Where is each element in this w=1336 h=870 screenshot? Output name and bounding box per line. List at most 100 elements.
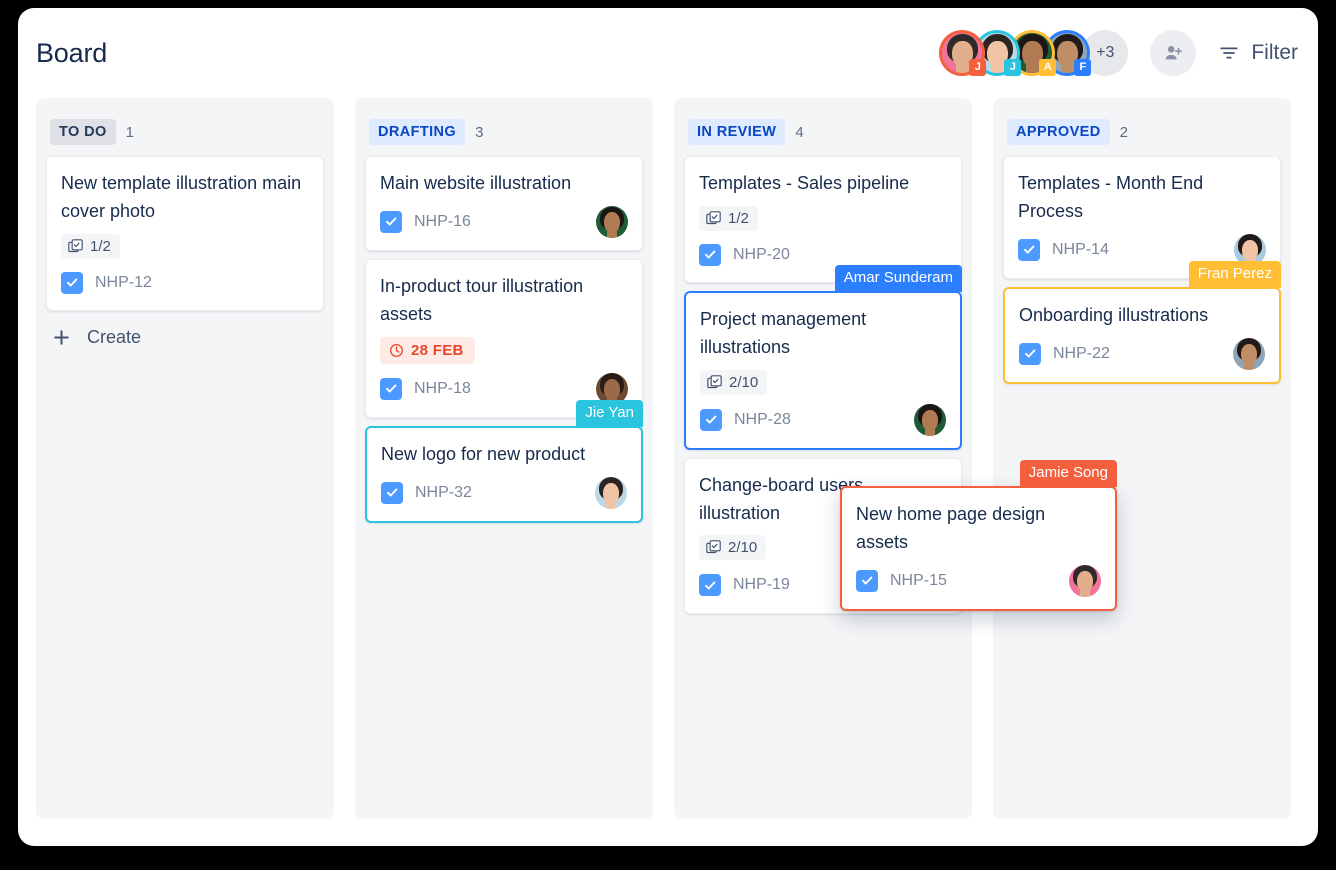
avatar-face (596, 205, 628, 238)
board-header: Board J J A F +3 Filter (18, 8, 1318, 98)
assignee-avatar[interactable] (1069, 564, 1101, 597)
issue-key: NHP-19 (733, 576, 790, 594)
subtask-badge: 2/10 (699, 535, 767, 561)
column-card-count: 4 (795, 123, 804, 141)
subtask-count: 1/2 (90, 237, 111, 255)
subtask-icon (706, 211, 721, 224)
presence-name-tag: Amar Sunderam (834, 264, 962, 292)
board-card[interactable]: Templates - Sales pipeline 1/2 NHP-20 (684, 156, 962, 283)
subtask-badge: 1/2 (61, 233, 120, 259)
presence-name-tag: Jamie Song (1019, 460, 1117, 487)
board-column-approved: APPROVED 2 Templates - Month End Process NH… (993, 98, 1291, 819)
done-checkbox[interactable] (380, 377, 402, 400)
board-card[interactable]: Amar Sunderam Project management illustra… (684, 264, 962, 450)
board-column-to-do: TO DO 1 New template illustration main cov… (36, 98, 334, 819)
presence-name-tag: Jie Yan (576, 399, 643, 427)
header-actions: J J A F +3 Filter (939, 30, 1298, 76)
column-card-count: 3 (475, 123, 484, 141)
done-checkbox[interactable] (856, 569, 878, 592)
subtask-badge: 1/2 (699, 205, 758, 231)
member-avatar-stack[interactable]: J J A F +3 (939, 30, 1129, 76)
column-card-list: New template illustration main cover pho… (46, 156, 324, 311)
board-column-in-review: IN REVIEW 4 Templates - Sales pipeline 1/2 N… (674, 98, 972, 819)
subtask-icon (707, 374, 722, 388)
board-card[interactable]: Jamie Song New home page design assets NHP… (840, 460, 1117, 611)
board-card[interactable]: In-product tour illustration assets 28 FE… (365, 258, 643, 418)
issue-key: NHP-14 (1052, 240, 1109, 258)
card-title: New home page design assets (856, 504, 1046, 552)
card-footer: NHP-28 (700, 403, 946, 436)
done-checkbox[interactable] (381, 481, 403, 504)
issue-key: NHP-32 (415, 483, 472, 501)
card-footer: NHP-32 (381, 476, 627, 509)
done-checkbox[interactable] (699, 243, 721, 266)
done-checkbox[interactable] (700, 408, 722, 431)
subtask-icon (706, 540, 721, 554)
check-icon (385, 217, 396, 226)
card-footer: NHP-16 (380, 205, 628, 238)
column-header: APPROVED 2 (1003, 108, 1281, 156)
done-checkbox[interactable] (699, 574, 721, 597)
column-name-chip: DRAFTING (369, 119, 466, 145)
card-title: New logo for new product (381, 443, 586, 464)
card-title: Onboarding illustrations (1019, 304, 1209, 325)
check-icon (385, 384, 396, 393)
done-checkbox[interactable] (61, 271, 83, 294)
column-card-count: 1 (125, 123, 134, 141)
assignee-avatar[interactable] (1233, 337, 1265, 370)
column-name-chip: IN REVIEW (688, 119, 786, 145)
issue-key: NHP-22 (1053, 344, 1110, 362)
column-header: TO DO 1 (46, 108, 324, 156)
avatar-initial-badge: J (969, 59, 987, 76)
board-card[interactable]: New template illustration main cover pho… (46, 156, 324, 311)
column-header: DRAFTING 3 (365, 108, 643, 156)
avatar-initial-badge: F (1074, 59, 1092, 76)
check-icon (704, 250, 715, 259)
card-title: New template illustration main cover pho… (61, 173, 302, 221)
issue-key: NHP-20 (733, 245, 790, 263)
filter-label: Filter (1251, 41, 1298, 64)
column-card-list: Main website illustration NHP-16 In-produc… (365, 156, 643, 523)
board-card[interactable]: Main website illustration NHP-16 (365, 156, 643, 251)
avatar-face (914, 403, 946, 436)
column-name-chip: APPROVED (1007, 119, 1110, 145)
check-icon (861, 576, 872, 585)
person-add-icon (1165, 46, 1183, 60)
check-icon (1024, 349, 1035, 358)
column-card-count: 2 (1119, 123, 1128, 141)
subtask-icon (68, 239, 83, 252)
create-card-button[interactable]: Create (46, 311, 324, 348)
issue-key: NHP-28 (734, 410, 791, 428)
avatar-face (595, 476, 627, 509)
plus-icon (54, 330, 69, 345)
board-card[interactable]: Jie Yan New logo for new product NHP-32 (365, 399, 643, 523)
add-person-button[interactable] (1150, 30, 1197, 76)
check-icon (705, 415, 716, 424)
avatar-initial-badge: A (1039, 59, 1057, 76)
presence-name-tag: Fran Perez (1188, 260, 1281, 288)
assignee-avatar[interactable] (596, 205, 628, 238)
card-footer: NHP-22 (1019, 337, 1265, 370)
floating-drag-card[interactable]: Jamie Song New home page design assets NHP… (840, 460, 1117, 611)
assignee-avatar[interactable] (914, 403, 946, 436)
clock-icon (390, 343, 403, 357)
board-card[interactable]: Fran Perez Onboarding illustrations NHP-22 (1003, 260, 1281, 384)
issue-key: NHP-15 (890, 571, 947, 589)
card-footer: NHP-15 (856, 564, 1101, 597)
check-icon (66, 278, 77, 287)
avatar-face (1233, 337, 1265, 370)
filter-button[interactable]: Filter (1218, 41, 1298, 65)
card-title: Main website illustration (380, 173, 572, 193)
issue-key: NHP-18 (414, 379, 471, 397)
subtask-count: 2/10 (728, 539, 758, 557)
create-card-label: Create (87, 326, 142, 347)
column-header: IN REVIEW 4 (684, 108, 962, 156)
avatar[interactable]: J (939, 30, 987, 76)
issue-key: NHP-16 (414, 212, 471, 230)
issue-key: NHP-12 (95, 273, 152, 291)
assignee-avatar[interactable] (595, 476, 627, 509)
card-title: In-product tour illustration assets (380, 275, 584, 324)
done-checkbox[interactable] (1018, 238, 1040, 261)
done-checkbox[interactable] (380, 210, 402, 233)
done-checkbox[interactable] (1019, 342, 1041, 365)
